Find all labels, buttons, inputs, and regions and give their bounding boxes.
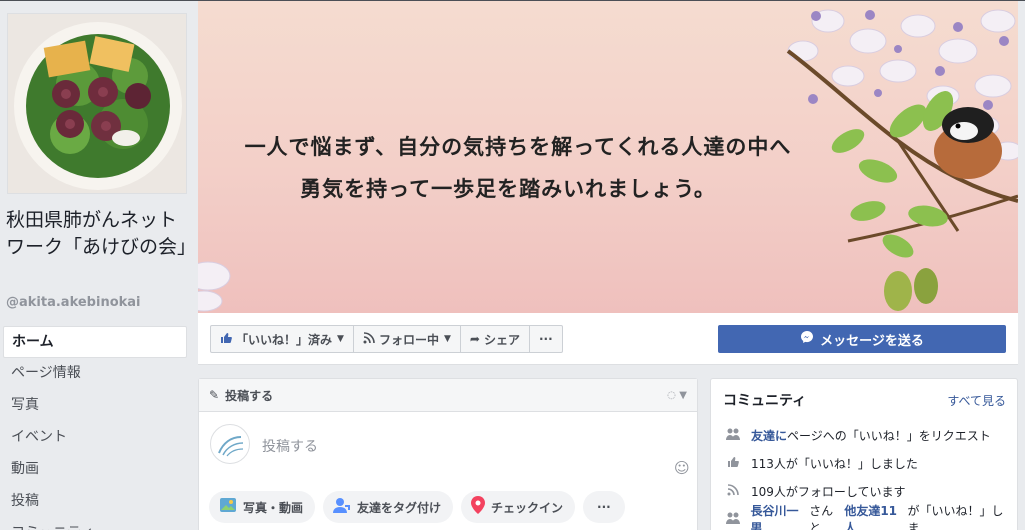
page-nav: ホーム ページ情報 写真 イベント 動画 投稿 コミュニティ [3,326,187,530]
composer-header-label[interactable]: 投稿する [225,387,273,404]
check-in-label: チェックイン [491,500,564,515]
following-button-label: フォロー中 [378,332,439,347]
cover-tagline-line1: 一人で悩まず、自分の気持ちを解ってくれる人達の中へ [244,134,792,159]
nav-item-posts[interactable]: 投稿 [3,486,187,518]
other-friends-link[interactable]: 他友達11人 [844,502,907,530]
more-dots-icon: ··· [538,332,553,346]
more-dots-icon: ··· [597,500,611,514]
avatar [210,424,250,464]
cover-photo[interactable]: 一人で悩まず、自分の気持ちを解ってくれる人達の中へ 勇気を持って一歩足を踏みいれ… [198,1,1018,313]
thumbs-up-icon [220,332,232,347]
check-in-button[interactable]: チェックイン [461,491,576,523]
messenger-icon [800,330,814,348]
community-list: 友達に ページへの「いいね！」をリクエスト 113人が「いいね！」しました 10… [723,421,1013,530]
profile-picture[interactable] [7,13,187,194]
page-action-bar: 「いいね！」済み ▼ フォロー中 ▼ ➦ シェア ··· メッセージを送る [198,313,1018,365]
invite-friends-icon [723,428,743,443]
list-item: 友達に ページへの「いいね！」をリクエスト [723,421,1013,449]
left-column: 秋田県肺がんネットワーク「あけびの会」 @akita.akebinokai ホー… [0,0,198,530]
see-all-link[interactable]: すべて見る [947,392,1006,409]
chevron-down-icon: ▼ [443,334,451,344]
liked-button-label: 「いいね！」済み [236,332,333,347]
cover-tagline-line2: 勇気を持って一歩足を踏みいれましょう。 [300,176,716,201]
liked-button[interactable]: 「いいね！」済み ▼ [210,325,354,353]
composer-actions: 写真・動画 友達をタグ付け チェックイン ··· [209,491,633,523]
location-pin-icon [471,496,486,518]
pencil-icon: ✎ [209,388,220,402]
photo-icon [219,497,237,517]
page-handle[interactable]: @akita.akebinokai [6,295,141,310]
photo-video-label: 写真・動画 [243,500,304,515]
share-button[interactable]: ➦ シェア [459,325,530,353]
list-item: 長谷川一男 さんと 他友達11人 が「いいね！」しま [723,502,1013,530]
nav-item-about[interactable]: ページ情報 [3,358,187,390]
nav-item-events[interactable]: イベント [3,422,187,454]
send-message-button[interactable]: メッセージを送る [718,325,1006,353]
nav-item-home[interactable]: ホーム [3,326,187,358]
community-title: コミュニティ [723,393,807,409]
more-options-button[interactable]: ··· [528,325,563,353]
food-plate-image [8,14,186,193]
chevron-down-icon: ▼ [337,334,344,344]
tag-friends-label: 友達をタグ付け [357,500,442,515]
page-title: 秋田県肺がんネットワーク「あけびの会」 [6,209,197,258]
composer-header: ✎ 投稿する ◌ ▼ [199,379,697,412]
nav-item-community[interactable]: コミュニティ [3,518,187,530]
audience-selector-icon[interactable]: ◌ ▼ [667,390,687,401]
list-item: 109人がフォローしています [723,477,1013,505]
friend-connector-text: さんと [809,504,834,530]
likes-count-text: 113人が「いいね！」しました [751,456,918,471]
page-action-buttons: 「いいね！」済み ▼ フォロー中 ▼ ➦ シェア ··· [210,325,563,353]
friends-liked-text: が「いいね！」しま [907,504,1004,530]
emoji-icon[interactable]: ☺ [674,459,690,477]
rss-icon [363,331,375,347]
nav-item-photos[interactable]: 写真 [3,390,187,422]
friends-icon [723,512,743,527]
composer-box: ✎ 投稿する ◌ ▼ 投稿する ☺ 写真・動画 友達をタグ付け チェックイン ·… [198,378,698,530]
invite-friends-link[interactable]: 友達に [751,427,787,444]
list-item: 113人が「いいね！」しました [723,449,1013,477]
thumbs-up-icon [723,456,743,471]
composer-input[interactable]: 投稿する [262,436,318,456]
composer-more-button[interactable]: ··· [583,491,625,523]
rss-icon [723,483,743,499]
tag-person-icon [333,497,351,517]
invite-friends-text: ページへの「いいね！」をリクエスト [787,428,991,443]
tag-friends-button[interactable]: 友達をタグ付け [323,491,454,523]
nav-item-videos[interactable]: 動画 [3,454,187,486]
followers-count-text: 109人がフォローしています [751,484,906,499]
photo-video-button[interactable]: 写真・動画 [209,491,316,523]
share-arrow-icon: ➦ [469,332,480,346]
friend-name-link[interactable]: 長谷川一男 [751,502,810,530]
share-button-label: シェア [483,332,520,347]
send-message-label: メッセージを送る [820,333,924,349]
community-card: コミュニティ すべて見る 友達に ページへの「いいね！」をリクエスト 113人が… [710,378,1018,530]
following-button[interactable]: フォロー中 ▼ [352,325,461,353]
